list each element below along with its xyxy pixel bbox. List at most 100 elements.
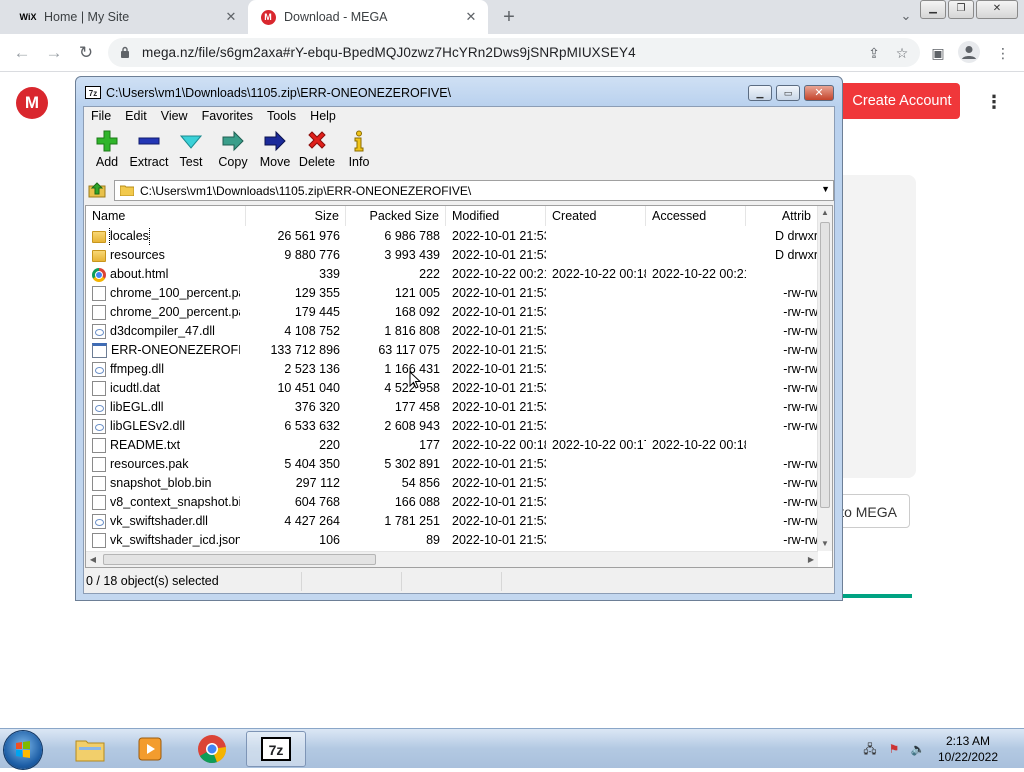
table-row[interactable]: libEGL.dll 376 320 177 458 2022-10-01 21:53… [86,398,818,417]
name-cell: locales [86,227,246,246]
mega-logo[interactable]: M [16,87,48,119]
side-panel-icon[interactable]: ▣ [928,43,948,63]
more-options-icon[interactable]: ⋮ [985,92,1003,112]
scroll-down-icon[interactable]: ▼ [818,537,832,551]
dll-file-icon [92,514,106,529]
table-row[interactable]: d3dcompiler_47.dll 4 108 752 1 816 808 2022… [86,322,818,341]
menu-edit[interactable]: Edit [118,107,154,125]
scroll-thumb[interactable] [103,554,376,565]
scroll-left-icon[interactable]: ◀ [86,552,100,567]
info-label: Info [348,155,370,169]
table-row[interactable]: vk_swiftshader_icd.json 106 89 2022-10-01 2… [86,531,818,550]
taskbar-7zip[interactable]: 7z [246,731,306,767]
minimize-button[interactable]: ▁ [920,0,946,19]
scroll-up-icon[interactable]: ▲ [818,206,832,220]
extract-button[interactable]: Extract [128,127,170,177]
create-account-button[interactable]: Create Account [838,83,960,119]
menu-help[interactable]: Help [303,107,343,125]
table-row[interactable]: v8_context_snapshot.bin 604 768 166 088 202… [86,493,818,512]
table-row[interactable]: resources 9 880 776 3 993 439 2022-10-01 21… [86,246,818,265]
start-button[interactable] [4,731,42,769]
address-bar[interactable]: mega.nz/file/s6gm2axa#rY-ebqu-BpedMQJ0zw… [108,38,920,67]
table-row[interactable]: vk_swiftshader.dll 4 427 264 1 781 251 2022… [86,512,818,531]
menu-view[interactable]: View [154,107,195,125]
bookmark-star-icon[interactable]: ☆ [892,43,912,63]
forward-icon[interactable]: → [42,41,66,65]
back-icon[interactable]: ← [10,41,34,65]
info-button[interactable]: Info [338,127,380,177]
close-button[interactable]: ✕ [804,85,834,101]
delete-label: Delete [298,155,336,169]
table-row[interactable]: resources.pak 5 404 350 5 302 891 2022-10-0… [86,455,818,474]
test-button[interactable]: Test [170,127,212,177]
menu-kebab-icon[interactable]: ⋮ [993,43,1013,63]
modified-cell: 2022-10-01 21:53 [452,457,546,471]
delete-button[interactable]: Delete [296,127,338,177]
dll-file-icon [92,362,106,377]
move-button[interactable]: Move [254,127,296,177]
download-progress-bar [836,594,912,598]
taskbar-chrome[interactable] [182,731,242,767]
column-created[interactable]: Created [546,206,646,226]
file-name: vk_swiftshader_icd.json [110,533,240,547]
menu-tools[interactable]: Tools [260,107,303,125]
column-attrib[interactable]: Attrib [746,206,818,226]
network-icon[interactable]: 🖧 [862,741,878,757]
volume-icon[interactable]: 🔈 [910,741,926,757]
dropdown-arrow-icon[interactable]: ▼ [821,184,830,194]
minimize-button[interactable]: ▁ [748,85,772,101]
status-size [302,572,402,591]
share-icon[interactable]: ⇪ [864,43,884,63]
profile-avatar-icon[interactable] [958,41,980,63]
tab-home-my-site[interactable]: WiX Home | My Site ✕ [8,0,248,34]
close-button[interactable]: ✕ [976,0,1018,19]
clock-date: 10/22/2022 [937,750,999,764]
table-row[interactable]: README.txt 220 177 2022-10-22 00:18 2022-10-… [86,436,818,455]
accessed-cell [646,417,746,436]
clock[interactable]: 2:13 AM 10/22/2022 [928,733,1008,765]
column-size[interactable]: Size [246,206,346,226]
maximize-button[interactable]: ▭ [776,85,800,101]
copy-button[interactable]: Copy [212,127,254,177]
close-tab-icon[interactable]: ✕ [220,9,242,25]
table-row[interactable]: libGLESv2.dll 6 533 632 2 608 943 2022-10-0… [86,417,818,436]
created-cell [546,512,646,531]
action-center-flag-icon[interactable]: ⚑ [886,741,902,757]
menu-favorites[interactable]: Favorites [195,107,260,125]
table-row[interactable]: locales 26 561 976 6 986 788 2022-10-01 21:… [86,227,818,246]
7zip-titlebar[interactable]: 7z C:\Users\vm1\Downloads\1105.zip\ERR-O… [76,77,842,107]
reload-icon[interactable]: ↻ [74,41,98,65]
new-tab-button[interactable]: + [497,5,521,29]
folder-up-icon[interactable] [88,181,106,199]
column-modified[interactable]: Modified [446,206,546,226]
created-cell [546,227,646,246]
restore-button[interactable]: ❐ [948,0,974,19]
column-name[interactable]: Name [86,206,246,226]
table-row[interactable]: icudtl.dat 10 451 040 4 522 958 2022-10-01 … [86,379,818,398]
move-label: Move [259,155,291,169]
table-row[interactable]: ffmpeg.dll 2 523 136 1 166 431 2022-10-01 2… [86,360,818,379]
table-row[interactable]: chrome_200_percent.pak 179 445 168 092 2022… [86,303,818,322]
table-row[interactable]: chrome_100_percent.pak 129 355 121 005 2022… [86,284,818,303]
column-accessed[interactable]: Accessed [646,206,746,226]
horizontal-scrollbar[interactable]: ◀ ▶ [86,551,818,567]
taskbar-media-player[interactable] [120,731,180,767]
add-button[interactable]: Add [86,127,128,177]
menu-file[interactable]: File [84,107,118,125]
scroll-right-icon[interactable]: ▶ [804,552,818,567]
path-combobox[interactable]: C:\Users\vm1\Downloads\1105.zip\ERR-ONEO… [114,180,834,201]
table-row[interactable]: ERR-ONEONEZEROFIVE.... 133 712 896 63 117 … [86,341,818,360]
tab-search-chevron-icon[interactable]: ⌄ [897,8,915,26]
column-packed-size[interactable]: Packed Size [346,206,446,226]
folder-icon [92,250,106,262]
table-row[interactable]: snapshot_blob.bin 297 112 54 856 2022-10-01… [86,474,818,493]
close-tab-icon[interactable]: ✕ [460,9,482,25]
scroll-thumb[interactable] [820,222,830,508]
delete-icon [305,129,329,153]
modified-cell: 2022-10-01 21:53 [452,533,546,547]
tab-download-mega[interactable]: M Download - MEGA ✕ [248,0,488,34]
table-row[interactable]: about.html 339 222 2022-10-22 00:21 2022-10-… [86,265,818,284]
vertical-scrollbar[interactable]: ▲ ▼ [817,206,832,551]
taskbar-explorer[interactable] [60,731,120,767]
accessed-cell [646,512,746,531]
